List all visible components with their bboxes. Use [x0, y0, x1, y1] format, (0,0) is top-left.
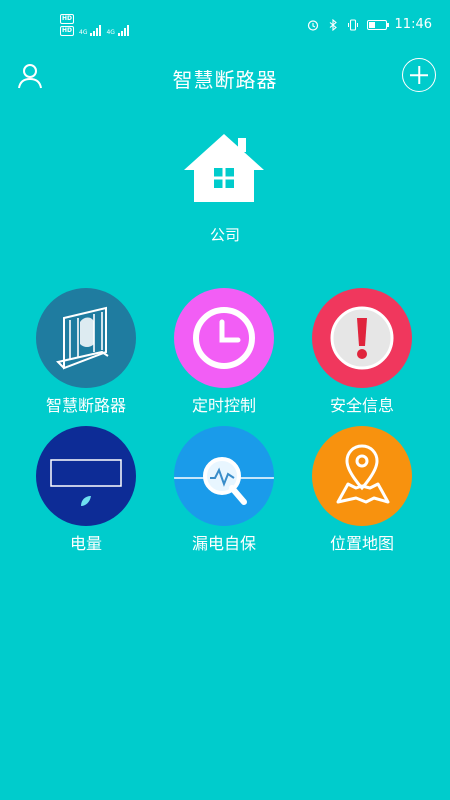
menu-item-label: 漏电自保 [191, 534, 256, 553]
hd-badge-2: HD [60, 26, 75, 36]
clock-icon [174, 288, 274, 388]
signal-bars-1-icon [90, 24, 102, 36]
menu-item-breaker[interactable]: 智慧断路器 [16, 288, 156, 418]
vibrate-icon [347, 18, 358, 31]
house-icon[interactable] [180, 132, 268, 204]
menu-item-label: 电量 [69, 534, 102, 553]
alert-icon [312, 288, 412, 388]
menu-item-label: 安全信息 [329, 396, 394, 415]
leak-detect-icon [174, 426, 274, 526]
map-pin-icon [312, 426, 412, 526]
network-type-1: 4G [79, 29, 88, 36]
bluetooth-icon [329, 18, 337, 31]
page-title: 智慧断路器 [172, 68, 278, 92]
menu-item-map[interactable]: 位置地图 [292, 426, 432, 556]
status-right: 11:46 [307, 17, 432, 32]
battery-icon [366, 19, 389, 30]
menu-item-energy[interactable]: 电量 [16, 426, 156, 556]
menu-item-label: 智慧断路器 [45, 396, 126, 415]
menu-item-safety[interactable]: 安全信息 [292, 288, 432, 418]
alarm-icon [307, 19, 318, 31]
signal-bars-2-icon [117, 24, 129, 36]
clock-time: 11:46 [394, 17, 432, 32]
battery-level [368, 21, 375, 28]
status-bar: HD HD 4G 4G 11:46 [0, 0, 450, 44]
add-button[interactable] [402, 58, 436, 92]
menu-item-leak-protect[interactable]: 漏电自保 [154, 426, 294, 556]
menu-item-timer[interactable]: 定时控制 [154, 288, 294, 418]
signal-indicators: HD HD 4G 4G [60, 14, 129, 36]
menu-item-label: 定时控制 [191, 396, 256, 415]
menu-item-label: 位置地图 [329, 534, 394, 553]
meter-icon [36, 426, 136, 526]
location-name[interactable]: 公司 [0, 224, 450, 245]
hd-badge-1: HD [60, 14, 75, 24]
breaker-icon [36, 288, 136, 388]
network-type-2: 4G [106, 29, 115, 36]
app-header: 智慧断路器 [0, 52, 450, 100]
